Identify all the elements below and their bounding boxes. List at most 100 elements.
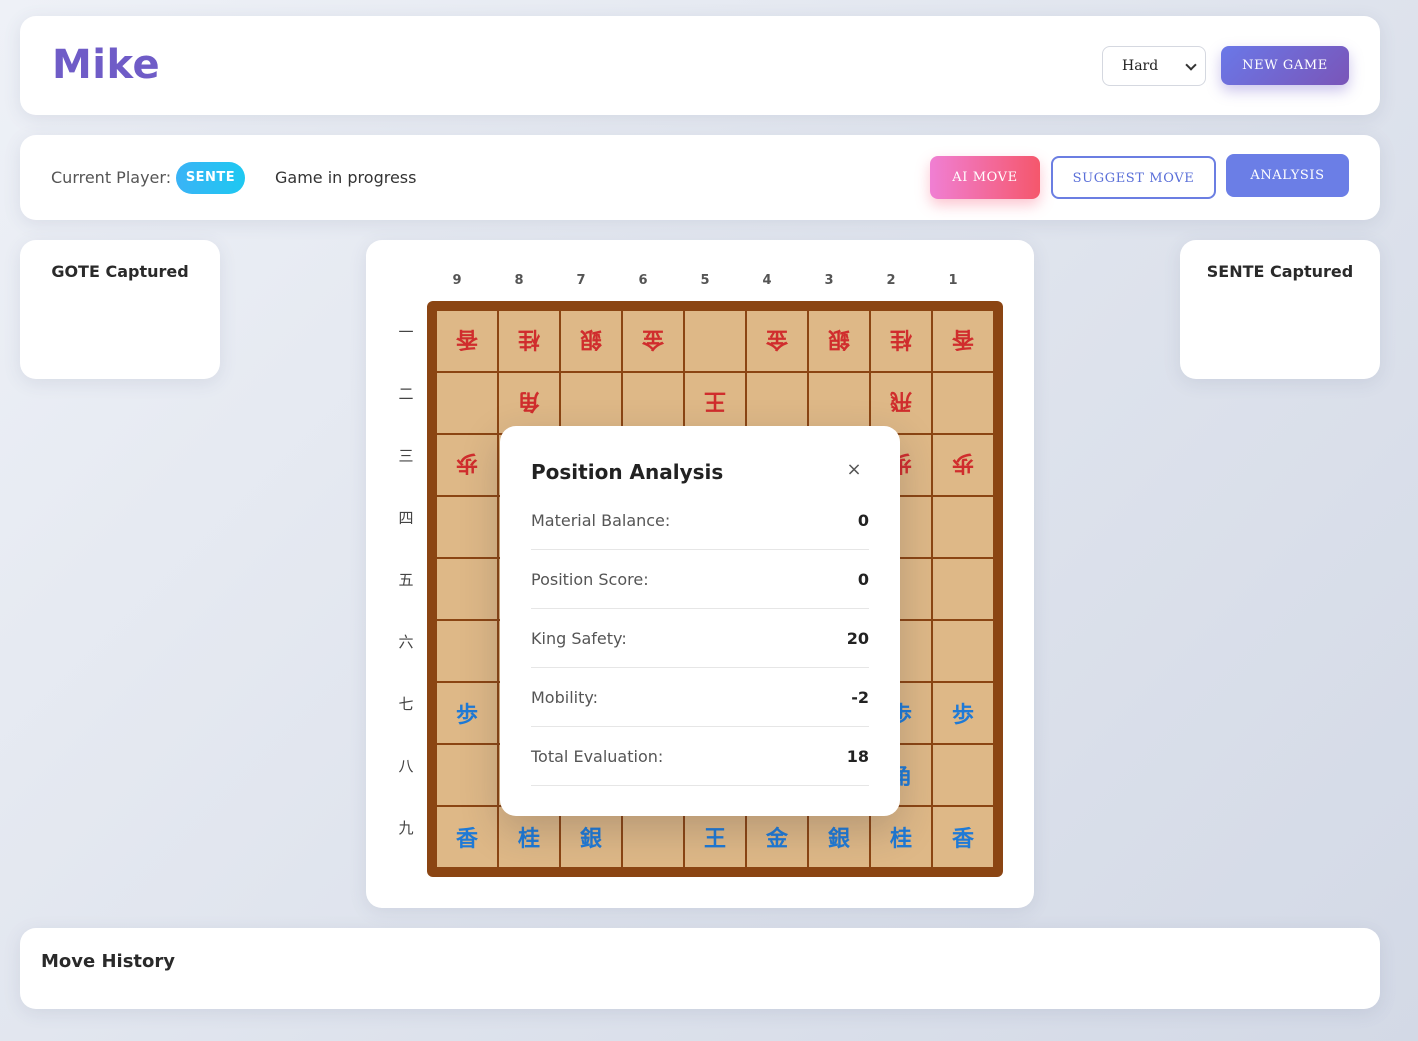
board-square[interactable] [933, 373, 993, 433]
gote-piece: 香 [455, 326, 478, 351]
board-square[interactable]: 飛 [871, 373, 931, 433]
gote-captured-panel: GOTE Captured [20, 240, 220, 379]
board-square[interactable]: 銀 [809, 807, 869, 867]
sente-piece: 銀 [579, 827, 602, 852]
analysis-row: Material Balance: 0 [531, 491, 869, 550]
board-square[interactable]: 歩 [437, 683, 497, 743]
rank-label: 五 [398, 571, 414, 589]
difficulty-select[interactable]: Hard [1102, 46, 1206, 86]
analysis-row-label: Total Evaluation: [531, 747, 664, 766]
difficulty-value: Hard [1122, 58, 1159, 74]
sente-piece: 金 [765, 827, 788, 852]
board-square[interactable]: 桂 [871, 311, 931, 371]
board-square[interactable]: 金 [747, 311, 807, 371]
move-history-title: Move History [41, 951, 176, 972]
analysis-row-label: Mobility: [531, 688, 599, 707]
board-square[interactable]: 香 [437, 311, 497, 371]
status-bar: Current Player: SENTE Game in progress A… [20, 135, 1380, 220]
sente-piece: 歩 [951, 703, 974, 728]
board-square[interactable] [809, 373, 869, 433]
sente-captured-panel: SENTE Captured [1180, 240, 1380, 379]
gote-piece: 王 [703, 388, 726, 413]
file-label: 7 [576, 273, 586, 288]
board-square[interactable]: 桂 [499, 311, 559, 371]
analysis-row-label: Material Balance: [531, 511, 671, 530]
board-square[interactable]: 歩 [933, 683, 993, 743]
board-square[interactable] [437, 745, 497, 805]
sente-piece: 香 [951, 827, 974, 852]
file-label: 2 [886, 273, 896, 288]
rank-label: 七 [398, 695, 414, 713]
board-square[interactable] [623, 807, 683, 867]
analysis-row-label: Position Score: [531, 570, 649, 589]
ai-move-button[interactable]: AI MOVE [930, 156, 1040, 199]
analysis-button[interactable]: ANALYSIS [1226, 154, 1349, 197]
analysis-row: King Safety: 20 [531, 609, 869, 668]
sente-piece: 王 [703, 827, 726, 852]
gote-piece: 金 [641, 326, 664, 351]
board-square[interactable] [437, 559, 497, 619]
board-square[interactable] [437, 373, 497, 433]
file-label: 9 [452, 273, 462, 288]
gote-piece: 角 [517, 388, 540, 413]
gote-piece: 香 [951, 326, 974, 351]
board-square[interactable] [933, 497, 993, 557]
new-game-button[interactable]: NEW GAME [1221, 46, 1349, 85]
sente-captured-title: SENTE Captured [1206, 262, 1354, 281]
board-square[interactable] [561, 373, 621, 433]
board-square[interactable]: 王 [685, 807, 745, 867]
board-square[interactable] [437, 621, 497, 681]
board-square[interactable]: 王 [685, 373, 745, 433]
rank-label: 六 [398, 633, 414, 651]
file-label: 1 [948, 273, 958, 288]
analysis-row: Total Evaluation: 18 [531, 727, 869, 786]
board-square[interactable]: 香 [933, 311, 993, 371]
board-square[interactable]: 銀 [561, 311, 621, 371]
gote-piece: 飛 [889, 388, 912, 413]
gote-piece: 歩 [455, 450, 478, 475]
sente-piece: 桂 [517, 827, 540, 852]
board-square[interactable]: 歩 [933, 435, 993, 495]
analysis-row-value: 0 [857, 511, 869, 530]
rank-label: 四 [398, 509, 414, 527]
suggest-move-button[interactable]: SUGGEST MOVE [1051, 156, 1216, 199]
board-square[interactable]: 桂 [499, 807, 559, 867]
analysis-row-value: -2 [851, 688, 869, 707]
close-icon[interactable]: × [844, 460, 864, 480]
board-square[interactable]: 銀 [561, 807, 621, 867]
board-square[interactable]: 香 [933, 807, 993, 867]
header-card: Mike Hard NEW GAME [20, 16, 1380, 115]
file-label: 8 [514, 273, 524, 288]
current-player-badge: SENTE [176, 162, 245, 194]
analysis-modal: Position Analysis × Material Balance: 0 Po… [500, 426, 900, 816]
analysis-row-value: 20 [846, 629, 869, 648]
board-square[interactable]: 金 [623, 311, 683, 371]
board-square[interactable]: 銀 [809, 311, 869, 371]
gote-piece: 桂 [517, 326, 540, 351]
file-label: 3 [824, 273, 834, 288]
board-square[interactable] [437, 497, 497, 557]
chevron-down-icon [1185, 59, 1197, 71]
board-square[interactable] [933, 745, 993, 805]
rank-label: 三 [398, 447, 414, 465]
board-square[interactable]: 歩 [437, 435, 497, 495]
app-title: Mike [52, 42, 161, 88]
board-square[interactable] [747, 373, 807, 433]
board-square[interactable] [685, 311, 745, 371]
move-history-panel: Move History [20, 928, 1380, 1009]
board-square[interactable] [933, 559, 993, 619]
gote-piece: 銀 [579, 326, 602, 351]
board-square[interactable]: 角 [499, 373, 559, 433]
current-player-label: Current Player: [51, 168, 172, 187]
board-square[interactable]: 桂 [871, 807, 931, 867]
gote-piece: 桂 [889, 326, 912, 351]
rank-label: 八 [398, 757, 414, 775]
board-square[interactable] [623, 373, 683, 433]
gote-piece: 銀 [827, 326, 850, 351]
analysis-row: Mobility: -2 [531, 668, 869, 727]
board-square[interactable] [933, 621, 993, 681]
board-square[interactable]: 金 [747, 807, 807, 867]
sente-piece: 香 [455, 827, 478, 852]
modal-title: Position Analysis [531, 460, 724, 484]
board-square[interactable]: 香 [437, 807, 497, 867]
